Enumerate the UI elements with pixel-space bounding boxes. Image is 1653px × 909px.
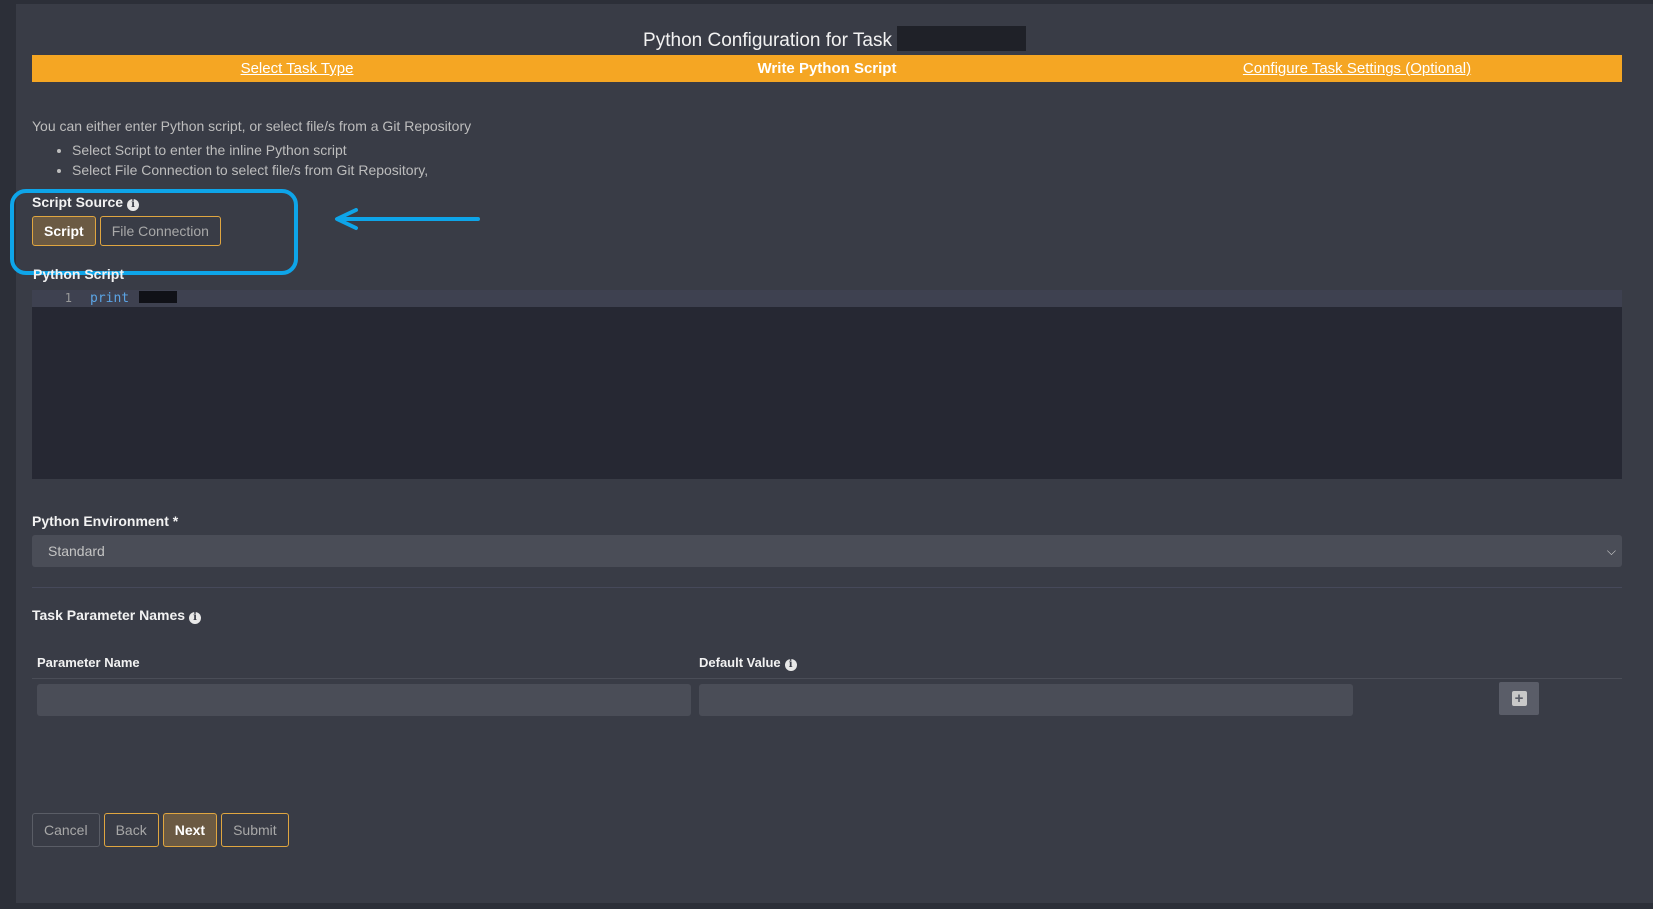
info-icon[interactable]: i [784,659,797,671]
intro-bullet: Select File Connection to select file/s … [72,160,428,180]
config-panel: Python Configuration for Task Select Tas… [10,4,1653,903]
back-button[interactable]: Back [103,813,159,847]
line-number: 1 [64,291,72,305]
plus-icon: + [1511,691,1527,706]
cancel-button[interactable]: Cancel [32,813,100,847]
task-parameter-names-label: Task Parameter Names i [32,607,202,624]
active-line-highlight [32,290,1622,307]
table-header-divider [32,678,1622,679]
add-parameter-button[interactable]: + [1499,682,1539,715]
section-divider [32,587,1622,588]
intro-text: You can either enter Python script, or s… [32,118,472,134]
info-icon[interactable]: i [189,612,202,624]
column-header-parameter-name: Parameter Name [37,655,140,670]
script-source-file-connection-button[interactable]: File Connection [99,216,221,246]
script-source-label: Script Source i [32,194,140,211]
chevron-down-icon: ⌵ [1606,544,1616,558]
script-source-toggle: Script File Connection [32,216,221,246]
info-icon[interactable]: i [127,199,140,211]
python-environment-select[interactable]: Standard ⌵ [32,535,1622,567]
annotation-arrow [335,208,480,230]
python-environment-label: Python Environment * [32,513,179,529]
column-header-default-value: Default Value i [699,655,797,671]
python-script-label: Python Script [33,266,125,282]
wizard-stepper: Select Task Type Write Python Script Con… [32,55,1622,82]
parameter-name-input[interactable] [37,684,691,716]
script-source-script-button[interactable]: Script [32,216,96,246]
intro-bullet: Select Script to enter the inline Python… [72,140,428,160]
code-line[interactable]: print [90,290,178,307]
footer-actions: Cancel Back Next Submit [32,813,289,847]
next-button[interactable]: Next [162,813,218,847]
submit-button[interactable]: Submit [221,813,289,847]
page-title: Python Configuration for Task [16,26,1653,52]
redacted-task-name [896,26,1026,51]
intro-bullets: Select Script to enter the inline Python… [32,140,428,180]
step-write-python-script: Write Python Script [757,60,897,77]
step-configure-task-settings[interactable]: Configure Task Settings (Optional) [1092,60,1622,77]
step-select-task-type[interactable]: Select Task Type [32,60,562,77]
default-value-input[interactable] [699,684,1353,716]
python-script-editor[interactable]: 1 print [32,290,1622,479]
redacted-code [139,291,178,303]
